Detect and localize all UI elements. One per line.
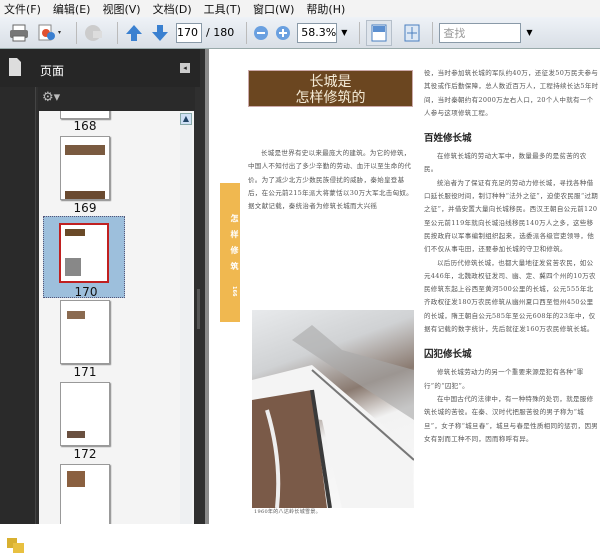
photo-caption: 1960年的八达岭长城雪景。	[254, 509, 321, 515]
section-heading: 百姓修长城	[424, 133, 472, 145]
previous-page-button[interactable]	[124, 22, 144, 44]
search-dropdown-icon[interactable]: ▼	[526, 28, 532, 37]
thumbnail-label: 169	[73, 201, 97, 215]
collapse-panel-button[interactable]: ◂	[180, 63, 190, 73]
fit-page-icon	[404, 24, 420, 41]
body-paragraph: 修筑长城劳动力的另一个重要来源是犯有各种“罪行”的“囚犯”。	[424, 368, 584, 390]
document-view: 长城是 怎样修筑的 怎样修筑 166 长城是世界有史以来最庞大的建筑。为它的修筑，…	[205, 49, 600, 524]
arrow-up-icon	[126, 24, 142, 41]
pages-panel-title: 页面	[40, 64, 65, 78]
collaborate-button[interactable]	[36, 22, 64, 44]
menu-view[interactable]: 视图(V)	[102, 1, 140, 17]
comment-button[interactable]	[83, 22, 105, 44]
body-paragraph: 在中国古代的法律中，有一种特殊的处罚，就是服修筑长城的苦役。在秦、汉时代把服苦役…	[424, 394, 599, 443]
divider	[117, 21, 118, 44]
divider	[246, 21, 248, 44]
fit-page-button[interactable]	[404, 22, 420, 44]
body-paragraph: 在修筑长城的劳动大军中，数量最多的是贫苦的农民。	[424, 152, 587, 174]
body-paragraph: 以后历代修筑长城，也都大量地征发贫苦农民，如公元446年，北魏政权征发司、幽、定…	[424, 258, 596, 334]
page-total: / 180	[206, 26, 235, 39]
body-paragraph: 役，当时参加筑长城的军队约40万，还征发50万民夫参与其役或作后勤保障，总人数近…	[424, 69, 599, 117]
zoom-level-select[interactable]: 58.3%	[297, 22, 338, 43]
next-page-button[interactable]	[150, 22, 170, 44]
page-thumbnail[interactable]	[60, 300, 110, 364]
fit-width-icon	[371, 24, 387, 41]
menu-document[interactable]: 文档(D)	[153, 1, 192, 17]
zoom-in-button[interactable]	[275, 22, 291, 44]
zoom-out-button[interactable]	[253, 22, 269, 44]
print-button[interactable]	[8, 22, 30, 44]
panel-resize-handle[interactable]	[197, 289, 200, 329]
pages-panel-header: 页面 ◂	[0, 49, 200, 87]
page-thumbnail[interactable]	[60, 464, 110, 524]
menu-edit[interactable]: 编辑(E)	[53, 1, 91, 17]
page-number: 166	[231, 286, 237, 297]
thumbnail-label: 172	[73, 447, 97, 461]
menu-window[interactable]: 窗口(W)	[253, 1, 294, 17]
navigation-panel: 页面 ◂ ⚙▾ 168 169 170 171 172 ▲	[0, 49, 205, 553]
title-line: 怎样修筑的	[295, 90, 366, 106]
panel-icon-strip	[0, 87, 36, 553]
side-tab-label: 怎样修筑	[230, 214, 239, 279]
menu-bar: 文件(F) 编辑(E) 视图(V) 文档(D) 工具(T) 窗口(W) 帮助(H…	[0, 0, 600, 17]
divider	[359, 21, 361, 44]
fit-width-button[interactable]	[366, 19, 393, 46]
side-tab: 怎样修筑 166	[220, 183, 240, 322]
thumbnail-label: 168	[73, 119, 97, 133]
photo-illustration	[252, 325, 414, 508]
zoom-dropdown-icon[interactable]: ▼	[341, 28, 347, 37]
toolbar: 170 / 180 58.3% ▼ 查找 ▼	[0, 17, 600, 49]
minus-circle-icon	[254, 25, 269, 40]
menu-help[interactable]: 帮助(H)	[306, 1, 345, 17]
printer-icon	[10, 24, 28, 41]
gear-options-icon[interactable]: ⚙▾	[42, 90, 60, 105]
selected-thumbnail[interactable]: 170	[43, 216, 125, 299]
thumbnail-label: 171	[73, 365, 97, 379]
page-thumbnail[interactable]	[59, 223, 109, 283]
section-heading: 囚犯修长城	[424, 349, 472, 361]
page-thumbnail[interactable]	[60, 136, 110, 200]
users-icon	[38, 24, 61, 40]
scroll-up-button[interactable]: ▲	[180, 113, 192, 125]
search-input[interactable]: 查找	[439, 22, 522, 43]
thumbnail-scrollbar[interactable]: ▲	[180, 113, 192, 524]
chapter-title: 长城是 怎样修筑的	[248, 70, 413, 107]
right-column: 役，当时参加筑长城的军队约40万，还征发50万民夫参与其役或作后勤保障，总人数近…	[424, 67, 599, 446]
page-number-input[interactable]: 170	[176, 22, 202, 43]
pages-icon	[9, 58, 21, 76]
plus-circle-icon	[276, 25, 291, 40]
thumbnail-list: 168 169 170 171 172 ▲	[39, 111, 194, 524]
page-thumbnail[interactable]	[60, 111, 110, 119]
title-line: 长城是	[309, 74, 352, 90]
comment-icon	[85, 24, 102, 41]
body-paragraph: 统治者为了保证有充足的劳动力修长城，寻找各种借口延长服役时间，制订种种“法外之征…	[424, 178, 599, 254]
page-thumbnail[interactable]	[60, 382, 110, 446]
arrow-down-icon	[152, 24, 168, 41]
divider	[76, 21, 77, 44]
divider	[432, 21, 434, 44]
menu-file[interactable]: 文件(F)	[4, 1, 41, 17]
body-paragraph: 长城是世界有史以来最庞大的建筑。为它的修筑，中国人不知付出了多少辛勤的劳动、血汗…	[248, 149, 413, 211]
thumbnail-label: 170	[74, 285, 98, 299]
menu-tools[interactable]: 工具(T)	[204, 1, 241, 17]
great-wall-photo	[252, 310, 414, 508]
attachments-icon[interactable]	[6, 535, 26, 555]
options-bar: ⚙▾	[38, 87, 195, 111]
